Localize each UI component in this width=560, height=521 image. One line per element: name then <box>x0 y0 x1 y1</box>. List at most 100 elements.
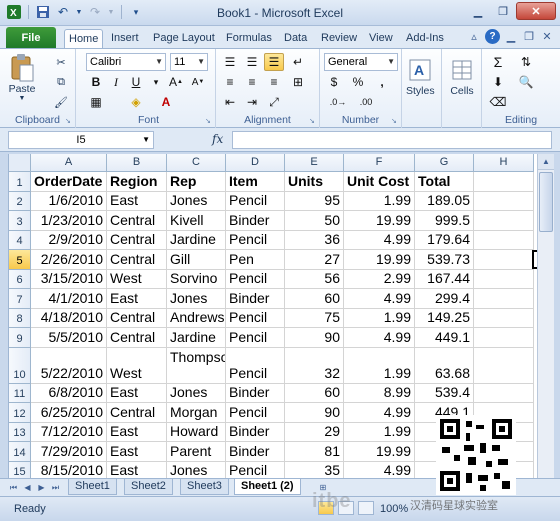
data-cell[interactable]: 539.73 <box>415 250 474 270</box>
select-all-corner[interactable] <box>9 154 31 172</box>
header-cell[interactable]: Units <box>285 172 344 192</box>
data-cell[interactable]: 75 <box>285 308 344 328</box>
data-cell[interactable]: 95 <box>285 191 344 211</box>
empty-cell[interactable] <box>474 289 534 309</box>
empty-cell[interactable] <box>474 347 534 384</box>
data-cell[interactable]: 449.1 <box>415 328 474 348</box>
data-cell[interactable]: 3/15/2010 <box>31 269 107 289</box>
row-header-9[interactable]: 9 <box>9 328 31 348</box>
data-cell[interactable]: East <box>107 191 167 211</box>
data-cell[interactable]: 5/5/2010 <box>31 328 107 348</box>
alignment-launcher-icon[interactable]: ↘ <box>309 117 317 125</box>
data-cell[interactable]: Central <box>107 308 167 328</box>
row-header-15[interactable]: 15 <box>9 461 31 478</box>
data-cell[interactable]: Pencil <box>226 308 285 328</box>
tab-file[interactable]: File <box>6 27 56 48</box>
clear-icon[interactable]: ⌫ <box>488 93 508 111</box>
data-cell[interactable]: 7/29/2010 <box>31 442 107 462</box>
data-cell[interactable]: 8/15/2010 <box>31 461 107 478</box>
row-header-7[interactable]: 7 <box>9 289 31 309</box>
data-cell[interactable]: 36 <box>285 230 344 250</box>
data-cell[interactable]: 60 <box>285 289 344 309</box>
data-cell[interactable]: East <box>107 461 167 478</box>
data-cell[interactable]: 1.99 <box>344 347 415 384</box>
header-cell[interactable]: Total <box>415 172 474 192</box>
merge-center-icon[interactable]: ⊞ <box>288 73 308 91</box>
grow-font-icon[interactable]: A ▲ <box>166 73 186 91</box>
align-left-icon[interactable]: ≡ <box>220 73 240 91</box>
data-cell[interactable]: Sorvino <box>167 269 226 289</box>
data-cell[interactable]: Jones <box>167 191 226 211</box>
data-cell[interactable]: 6/8/2010 <box>31 383 107 403</box>
data-cell[interactable]: 19.99 <box>344 250 415 270</box>
wrap-text-icon[interactable]: ↵ <box>288 53 308 71</box>
data-cell[interactable]: 32 <box>285 347 344 384</box>
decrease-decimal-icon[interactable]: .00 <box>356 93 376 111</box>
data-cell[interactable]: 8.99 <box>344 383 415 403</box>
data-cell[interactable]: 4/18/2010 <box>31 308 107 328</box>
data-cell[interactable]: Central <box>107 328 167 348</box>
data-cell[interactable]: 299.4 <box>415 289 474 309</box>
row-header-2[interactable]: 2 <box>9 191 31 211</box>
data-cell[interactable]: 1.99 <box>344 308 415 328</box>
data-cell[interactable]: Binder <box>226 383 285 403</box>
column-header-h[interactable]: H <box>474 154 534 172</box>
data-cell[interactable]: 539.4 <box>415 383 474 403</box>
close-button[interactable]: ✕ <box>516 2 556 20</box>
data-cell[interactable]: 60 <box>285 383 344 403</box>
data-cell[interactable]: Jones <box>167 383 226 403</box>
row-header-6[interactable]: 6 <box>9 269 31 289</box>
minimize-button[interactable]: ▁ <box>466 2 490 20</box>
header-cell[interactable]: Item <box>226 172 285 192</box>
zoom-level[interactable]: 100% <box>380 503 408 515</box>
tab-page-layout[interactable]: Page Layout <box>149 29 219 48</box>
tab-view[interactable]: View <box>365 29 397 48</box>
data-cell[interactable]: 56 <box>285 269 344 289</box>
scroll-thumb[interactable] <box>539 172 553 232</box>
row-header-14[interactable]: 14 <box>9 442 31 462</box>
prev-sheet-icon[interactable]: ◀ <box>22 481 33 494</box>
first-sheet-icon[interactable]: ⏮ <box>8 481 19 494</box>
column-header-c[interactable]: C <box>167 154 226 172</box>
borders-icon[interactable]: ▦ <box>86 93 106 111</box>
row-header-13[interactable]: 13 <box>9 422 31 442</box>
data-cell[interactable]: 4.99 <box>344 461 415 478</box>
data-cell[interactable]: Binder <box>226 442 285 462</box>
data-cell[interactable]: 179.64 <box>415 230 474 250</box>
data-cell[interactable]: 29 <box>285 422 344 442</box>
data-cell[interactable]: 4.99 <box>344 230 415 250</box>
data-cell[interactable]: East <box>107 383 167 403</box>
tab-add-ins[interactable]: Add-Ins <box>402 29 448 48</box>
data-cell[interactable]: 19.99 <box>344 442 415 462</box>
increase-decimal-icon[interactable]: .0→ <box>328 93 348 111</box>
data-cell[interactable]: Pencil <box>226 461 285 478</box>
sheet-tab-sheet3[interactable]: Sheet3 <box>180 479 229 495</box>
header-cell[interactable]: Region <box>107 172 167 192</box>
tab-review[interactable]: Review <box>317 29 361 48</box>
data-cell[interactable]: Pencil <box>226 230 285 250</box>
data-cell[interactable]: 2/9/2010 <box>31 230 107 250</box>
column-header-e[interactable]: E <box>285 154 344 172</box>
data-cell[interactable]: Central <box>107 211 167 231</box>
insert-function-icon[interactable]: fx <box>212 132 223 146</box>
data-cell[interactable]: Kivell <box>167 211 226 231</box>
data-cell[interactable]: Pencil <box>226 403 285 423</box>
sheet-tab-sheet1-2[interactable]: Sheet1 (2) <box>234 479 301 495</box>
data-cell[interactable]: Jones <box>167 289 226 309</box>
empty-cell[interactable] <box>474 250 534 270</box>
help-icon[interactable]: ? <box>485 29 500 44</box>
find-select-icon[interactable]: 🔍 <box>516 73 536 91</box>
data-cell[interactable]: 4.99 <box>344 328 415 348</box>
percent-icon[interactable]: % <box>348 73 368 91</box>
column-header-a[interactable]: A <box>31 154 107 172</box>
data-cell[interactable]: Central <box>107 230 167 250</box>
minimize-ribbon-icon[interactable]: ▵ <box>467 30 481 44</box>
empty-cell[interactable] <box>474 191 534 211</box>
data-cell[interactable]: 50 <box>285 211 344 231</box>
data-cell[interactable]: 167.44 <box>415 269 474 289</box>
row-header-1[interactable]: 1 <box>9 172 31 192</box>
comma-style-icon[interactable]: , <box>372 73 392 91</box>
data-cell[interactable]: Pencil <box>226 328 285 348</box>
data-cell[interactable]: 1/23/2010 <box>31 211 107 231</box>
underline-dropdown-icon[interactable]: ▾ <box>146 73 166 91</box>
